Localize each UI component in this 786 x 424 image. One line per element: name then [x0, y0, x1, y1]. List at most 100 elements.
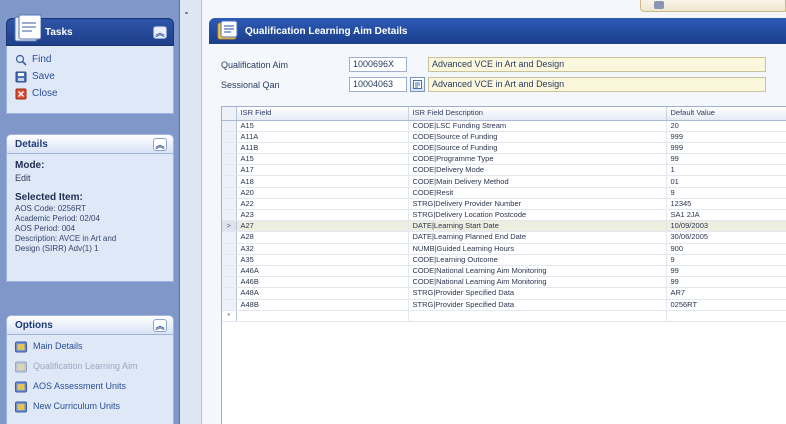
top-right-button[interactable] [640, 0, 786, 12]
isr-field-cell[interactable]: A35 [236, 254, 409, 266]
table-row[interactable]: A11B CODE|Source of Funding 999 [222, 142, 786, 155]
isr-field-cell[interactable]: A17 [236, 164, 409, 177]
options-panel-header[interactable]: Options ︽ [6, 315, 174, 335]
row-selector[interactable] [222, 299, 237, 311]
task-find[interactable]: Find [15, 52, 165, 67]
table-row[interactable]: A22 STRG|Delivery Provider Number 12345 [222, 198, 786, 211]
default-value-cell[interactable]: AR7 [666, 287, 786, 300]
row-selector[interactable] [222, 198, 237, 211]
table-row[interactable]: A35 CODE|Learning Outcome 9 [222, 254, 786, 266]
collapse-options-icon[interactable]: ︽ [153, 319, 167, 332]
default-value-cell[interactable]: 01 [666, 175, 786, 188]
row-selector[interactable] [222, 142, 237, 155]
row-selector[interactable] [222, 153, 237, 166]
row-selector[interactable] [222, 120, 237, 132]
default-value-cell[interactable]: 10/09/2003 [666, 220, 786, 233]
isr-field-description-cell[interactable]: CODE|Resit [408, 187, 667, 199]
new-row-selector[interactable]: * [222, 310, 237, 322]
isr-field-cell[interactable]: A18 [236, 175, 409, 188]
isr-field-description-cell[interactable]: CODE|National Learning Aim Monitoring [408, 265, 667, 278]
table-row[interactable]: A15 CODE|LSC Funding Stream 20 [222, 120, 786, 132]
new-row[interactable]: * [222, 310, 786, 322]
row-selector[interactable] [222, 209, 237, 222]
table-row[interactable]: A15 CODE|Programme Type 99 [222, 153, 786, 166]
isr-field-cell[interactable]: A46A [236, 265, 409, 278]
default-value-cell[interactable]: 20 [666, 120, 786, 132]
details-panel-header[interactable]: Details ︽ [6, 134, 174, 154]
row-selector[interactable] [222, 243, 237, 255]
row-selector[interactable] [222, 131, 237, 143]
option-main-details[interactable]: Main Details [15, 341, 165, 357]
task-close[interactable]: Close [15, 86, 165, 101]
isr-field-cell[interactable]: A23 [236, 209, 409, 222]
default-value-cell[interactable]: 999 [666, 142, 786, 155]
table-row[interactable]: A46B CODE|National Learning Aim Monitorin… [222, 276, 786, 289]
column-header-isr-field-description[interactable]: ISR Field Description [408, 107, 667, 121]
isr-field-cell[interactable]: A15 [236, 153, 409, 166]
isr-field-cell[interactable]: A48A [236, 287, 409, 300]
table-row[interactable]: A48A STRG|Provider Specified Data AR7 [222, 287, 786, 300]
column-header-default-value[interactable]: Default Value [666, 107, 786, 121]
table-row[interactable]: A28 DATE|Learning Planned End Date 30/06/2… [222, 231, 786, 244]
isr-field-description-cell[interactable]: NUMB|Guided Learning Hours [408, 243, 667, 255]
row-header-corner[interactable] [222, 107, 237, 121]
table-row[interactable]: A32 NUMB|Guided Learning Hours 900 [222, 243, 786, 255]
row-selector[interactable] [222, 175, 237, 188]
table-row[interactable]: A46A CODE|National Learning Aim Monitorin… [222, 265, 786, 278]
new-row-cell[interactable] [666, 310, 786, 322]
task-save[interactable]: Save [15, 69, 165, 84]
default-value-cell[interactable]: SA1 2JA [666, 209, 786, 222]
table-row[interactable]: A48B STRG|Provider Specified Data 0256RT [222, 299, 786, 311]
isr-field-description-cell[interactable]: CODE|Programme Type [408, 153, 667, 166]
default-value-cell[interactable]: 9 [666, 254, 786, 266]
isr-field-cell[interactable]: A46B [236, 276, 409, 289]
isr-field-cell[interactable]: A28 [236, 231, 409, 244]
qualification-aim-input[interactable]: 1000696X [349, 57, 407, 72]
new-row-cell[interactable] [236, 310, 409, 322]
row-selector[interactable] [222, 164, 237, 177]
default-value-cell[interactable]: 999 [666, 131, 786, 143]
default-value-cell[interactable]: 99 [666, 153, 786, 166]
default-value-cell[interactable]: 12345 [666, 198, 786, 211]
isr-field-cell[interactable]: A48B [236, 299, 409, 311]
table-row[interactable]: A23 STRG|Delivery Location Postcode SA1 2J… [222, 209, 786, 222]
table-row[interactable]: > A27 DATE|Learning Start Date 10/09/2003 [222, 220, 786, 233]
default-value-cell[interactable]: 9 [666, 187, 786, 199]
default-value-cell[interactable]: 1 [666, 164, 786, 177]
isr-field-description-cell[interactable]: STRG|Provider Specified Data [408, 287, 667, 300]
table-row[interactable]: A18 CODE|Main Delivery Method 01 [222, 175, 786, 188]
isr-field-description-cell[interactable]: CODE|Main Delivery Method [408, 175, 667, 188]
row-selector[interactable] [222, 276, 237, 289]
isr-field-cell[interactable]: A20 [236, 187, 409, 199]
option-new-curriculum-units[interactable]: New Curriculum Units [15, 401, 165, 417]
table-row[interactable]: A17 CODE|Delivery Mode 1 [222, 164, 786, 177]
panel-splitter[interactable] [180, 0, 202, 424]
default-value-cell[interactable]: 0256RT [666, 299, 786, 311]
new-row-cell[interactable] [408, 310, 667, 322]
isr-field-cell[interactable]: A15 [236, 120, 409, 132]
isr-field-description-cell[interactable]: CODE|Source of Funding [408, 131, 667, 143]
isr-field-description-cell[interactable]: DATE|Learning Start Date [408, 220, 667, 233]
collapse-details-icon[interactable]: ︽ [153, 138, 167, 151]
row-selector[interactable]: > [222, 220, 237, 233]
row-selector[interactable] [222, 231, 237, 244]
isr-field-description-cell[interactable]: STRG|Delivery Provider Number [408, 198, 667, 211]
table-row[interactable]: A11A CODE|Source of Funding 999 [222, 131, 786, 143]
default-value-cell[interactable]: 99 [666, 276, 786, 289]
column-header-isr-field[interactable]: ISR Field [236, 107, 409, 121]
isr-field-cell[interactable]: A22 [236, 198, 409, 211]
row-selector[interactable] [222, 265, 237, 278]
table-row[interactable]: A20 CODE|Resit 9 [222, 187, 786, 199]
isr-field-description-cell[interactable]: CODE|Delivery Mode [408, 164, 667, 177]
sessional-qan-lookup-button[interactable] [410, 77, 425, 92]
isr-field-cell[interactable]: A11B [236, 142, 409, 155]
row-selector[interactable] [222, 287, 237, 300]
row-selector[interactable] [222, 187, 237, 199]
isr-field-cell[interactable]: A27 [236, 220, 409, 233]
default-value-cell[interactable]: 99 [666, 265, 786, 278]
isr-field-cell[interactable]: A32 [236, 243, 409, 255]
isr-field-cell[interactable]: A11A [236, 131, 409, 143]
isr-field-description-cell[interactable]: DATE|Learning Planned End Date [408, 231, 667, 244]
isr-field-description-cell[interactable]: CODE|National Learning Aim Monitoring [408, 276, 667, 289]
collapse-tasks-icon[interactable]: ︽ [153, 26, 167, 39]
